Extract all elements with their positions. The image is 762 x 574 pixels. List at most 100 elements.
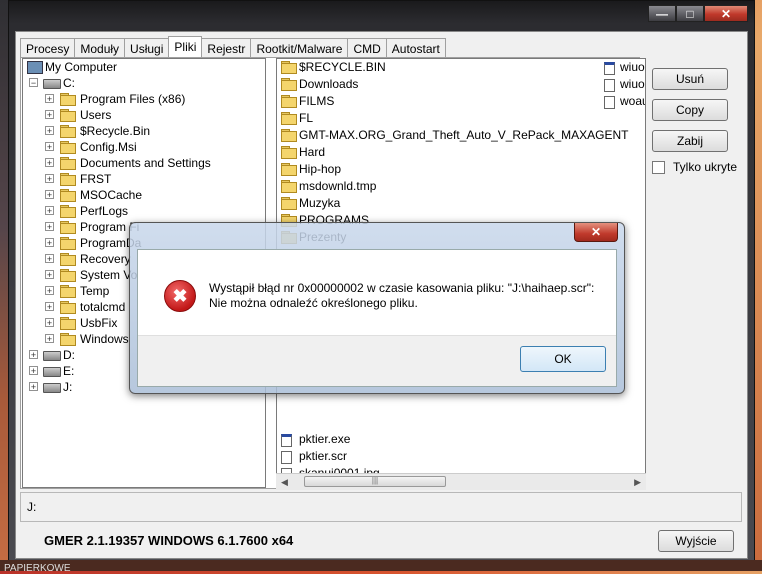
expand-icon[interactable]: + bbox=[45, 334, 54, 344]
file-list-item[interactable]: Downloads bbox=[277, 76, 645, 93]
expand-icon[interactable]: + bbox=[45, 110, 54, 120]
file-list-item[interactable]: Hard bbox=[277, 144, 645, 161]
expand-icon[interactable]: + bbox=[45, 270, 54, 280]
tab-procesy[interactable]: Procesy bbox=[20, 38, 76, 58]
expand-icon[interactable]: + bbox=[45, 302, 54, 312]
file-list-item[interactable]: pktier.scr bbox=[277, 448, 645, 465]
expand-icon[interactable]: + bbox=[45, 254, 54, 264]
kill-button[interactable]: Zabij bbox=[652, 130, 728, 152]
delete-button[interactable]: Usuń bbox=[652, 68, 728, 90]
tree-item-folder[interactable]: + $Recycle.Bin bbox=[23, 123, 265, 139]
tab-autostart[interactable]: Autostart bbox=[385, 38, 446, 58]
folder-icon bbox=[60, 173, 76, 186]
expand-icon[interactable]: + bbox=[45, 158, 54, 168]
tab-pliki[interactable]: Pliki bbox=[168, 36, 203, 58]
expand-icon[interactable]: + bbox=[45, 190, 54, 200]
tree-label: J: bbox=[63, 380, 73, 394]
ok-button[interactable]: OK bbox=[520, 346, 606, 372]
scroll-thumb[interactable]: ||| bbox=[304, 476, 446, 487]
tree-item-folder[interactable]: + FRST bbox=[23, 171, 265, 187]
tree-item-folder[interactable]: + Documents and Settings bbox=[23, 155, 265, 171]
folder-icon bbox=[60, 109, 76, 122]
file-list-item[interactable]: pktier.exe bbox=[277, 431, 645, 448]
folder-icon bbox=[60, 317, 76, 330]
tab-uslugi[interactable]: Usługi bbox=[124, 38, 170, 58]
copy-button[interactable]: Copy bbox=[652, 99, 728, 121]
file-list-item[interactable]: $RECYCLE.BIN bbox=[277, 59, 645, 76]
folder-icon bbox=[60, 237, 76, 250]
folder-icon bbox=[281, 180, 297, 193]
file-list-item[interactable]: FILMS bbox=[277, 93, 645, 110]
expand-icon[interactable]: + bbox=[29, 366, 38, 376]
expand-icon[interactable]: + bbox=[45, 222, 54, 232]
minimize-button[interactable]: — bbox=[648, 5, 676, 22]
folder-icon bbox=[281, 163, 297, 176]
collapse-icon[interactable]: − bbox=[29, 78, 38, 88]
folder-icon bbox=[60, 157, 76, 170]
expand-icon[interactable]: + bbox=[45, 94, 54, 104]
file-list-item[interactable]: woau bbox=[602, 93, 645, 110]
file-list-item[interactable]: msdownld.tmp bbox=[277, 178, 645, 195]
drive-icon bbox=[43, 367, 61, 377]
expand-icon[interactable]: + bbox=[45, 142, 54, 152]
tab-cmd[interactable]: CMD bbox=[347, 38, 387, 58]
expand-icon[interactable]: + bbox=[45, 206, 54, 216]
tree-label: Windows bbox=[80, 332, 129, 346]
action-panel: Usuń Copy Zabij Tylko ukryte bbox=[652, 68, 737, 174]
file-list-item[interactable]: FL bbox=[277, 110, 645, 127]
tree-item-folder[interactable]: + PerfLogs bbox=[23, 203, 265, 219]
folder-icon bbox=[60, 285, 76, 298]
tree-item-folder[interactable]: + Users bbox=[23, 107, 265, 123]
error-line-2: Nie można odnaleźć określonego pliku. bbox=[209, 296, 418, 310]
folder-icon bbox=[281, 197, 297, 210]
dialog-close-button[interactable]: ✕ bbox=[574, 223, 618, 242]
expand-icon[interactable]: + bbox=[45, 126, 54, 136]
tab-moduly[interactable]: Moduły bbox=[74, 38, 126, 58]
file-list-item[interactable]: wiuor bbox=[602, 76, 645, 93]
checkbox-box[interactable] bbox=[652, 160, 665, 174]
tree-item-folder[interactable]: + Config.Msi bbox=[23, 139, 265, 155]
file-name: pktier.scr bbox=[299, 449, 348, 463]
maximize-button[interactable]: □ bbox=[676, 5, 704, 22]
tree-item-folder[interactable]: + MSOCache bbox=[23, 187, 265, 203]
horizontal-scrollbar[interactable]: ◀ ||| ▶ bbox=[276, 473, 646, 490]
hidden-only-checkbox[interactable]: Tylko ukryte bbox=[652, 160, 737, 174]
file-list-item[interactable]: GMT-MAX.ORG_Grand_Theft_Auto_V_RePack_MA… bbox=[277, 127, 645, 144]
folder-icon bbox=[60, 141, 76, 154]
folder-icon bbox=[60, 93, 76, 106]
file-name: FILMS bbox=[299, 94, 335, 108]
scroll-left-icon[interactable]: ◀ bbox=[281, 477, 288, 488]
scroll-right-icon[interactable]: ▶ bbox=[634, 477, 641, 488]
file-name: GMT-MAX.ORG_Grand_Theft_Auto_V_RePack_MA… bbox=[299, 128, 629, 142]
tree-label: Users bbox=[80, 108, 112, 122]
expand-icon[interactable]: + bbox=[45, 238, 54, 248]
expand-icon[interactable]: + bbox=[29, 382, 38, 392]
folder-icon bbox=[60, 125, 76, 138]
caption-buttons: — □ ✕ bbox=[648, 5, 748, 22]
expand-icon[interactable]: + bbox=[29, 350, 38, 360]
file-list-item[interactable]: Hip-hop bbox=[277, 161, 645, 178]
drive-icon bbox=[43, 79, 61, 89]
tree-label: Temp bbox=[80, 284, 110, 298]
dialog-footer: OK bbox=[138, 335, 616, 386]
close-button[interactable]: ✕ bbox=[704, 5, 748, 22]
current-path: J: bbox=[27, 500, 37, 514]
tree-label: Recovery bbox=[80, 252, 131, 266]
tree-item-folder[interactable]: + Program Files (x86) bbox=[23, 91, 265, 107]
tree-label: FRST bbox=[80, 172, 112, 186]
expand-icon[interactable]: + bbox=[45, 318, 54, 328]
folder-icon bbox=[281, 129, 297, 142]
expand-icon[interactable]: + bbox=[45, 286, 54, 296]
tree-item-my-computer[interactable]: My Computer bbox=[23, 59, 265, 75]
tree-item-drive-c[interactable]: − C: bbox=[23, 75, 265, 91]
file-list-item[interactable]: Muzyka bbox=[277, 195, 645, 212]
exit-button[interactable]: Wyjście bbox=[658, 530, 734, 552]
tab-rejestr[interactable]: Rejestr bbox=[201, 38, 252, 58]
tab-rootkit-malware[interactable]: Rootkit/Malware bbox=[250, 38, 349, 58]
folder-icon bbox=[60, 253, 76, 266]
expand-icon[interactable]: + bbox=[45, 174, 54, 184]
error-icon: ✖ bbox=[164, 280, 196, 312]
tree-label: totalcmd bbox=[80, 300, 126, 314]
file-name: wiuor bbox=[620, 60, 646, 74]
file-list-item[interactable]: wiuor bbox=[602, 59, 646, 76]
